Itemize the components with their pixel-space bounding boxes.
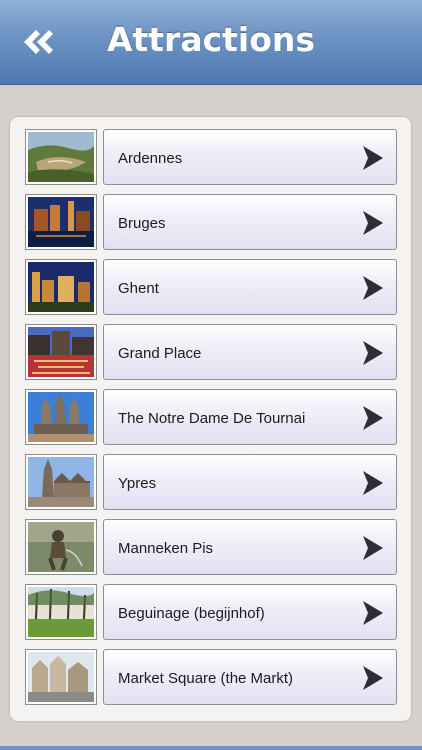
bottom-edge (0, 746, 422, 750)
notre-dame-de-tournai-button[interactable]: The Notre Dame De Tournai (103, 389, 397, 445)
market-square-button[interactable]: Market Square (the Markt) (103, 649, 397, 705)
bruges-thumbnail[interactable] (25, 194, 97, 250)
ypres-button[interactable]: Ypres (103, 454, 397, 510)
manneken-pis-button[interactable]: Manneken Pis (103, 519, 397, 575)
list-item-bruges[interactable]: Bruges (25, 194, 397, 252)
chevron-right-icon (363, 341, 383, 365)
list-item-ypres[interactable]: Ypres (25, 454, 397, 512)
page-title: Attractions (106, 20, 316, 59)
ypres-thumbnail[interactable] (25, 454, 97, 510)
navigation-bar: Attractions (0, 0, 422, 85)
list-item-market-square[interactable]: Market Square (the Markt) (25, 649, 397, 707)
attractions-list-panel: Ardennes Bruges Ghent Grand Place The No… (10, 117, 411, 721)
chevron-right-icon (363, 601, 383, 625)
item-label: Manneken Pis (118, 540, 214, 557)
chevron-right-icon (363, 471, 383, 495)
beguinage-button[interactable]: Beguinage (begijnhof) (103, 584, 397, 640)
grand-place-thumbnail[interactable] (25, 324, 97, 380)
item-label: Market Square (the Markt) (118, 670, 294, 687)
chevron-right-icon (363, 536, 383, 560)
item-label: Ghent (118, 280, 159, 297)
item-label: Beguinage (begijnhof) (118, 605, 265, 622)
item-label: Ypres (118, 475, 157, 492)
notre-dame-de-tournai-thumbnail[interactable] (25, 389, 97, 445)
ghent-button[interactable]: Ghent (103, 259, 397, 315)
list-item-notre-dame-de-tournai[interactable]: The Notre Dame De Tournai (25, 389, 397, 447)
list-item-manneken-pis[interactable]: Manneken Pis (25, 519, 397, 577)
list-item-beguinage[interactable]: Beguinage (begijnhof) (25, 584, 397, 642)
chevron-right-icon (363, 276, 383, 300)
ardennes-thumbnail[interactable] (25, 129, 97, 185)
chevron-right-icon (363, 211, 383, 235)
list-item-grand-place[interactable]: Grand Place (25, 324, 397, 382)
item-label: The Notre Dame De Tournai (118, 410, 306, 427)
manneken-pis-thumbnail[interactable] (25, 519, 97, 575)
market-square-thumbnail[interactable] (25, 649, 97, 705)
chevron-right-icon (363, 406, 383, 430)
chevron-right-icon (363, 666, 383, 690)
item-label: Bruges (118, 215, 166, 232)
grand-place-button[interactable]: Grand Place (103, 324, 397, 380)
list-item-ardennes[interactable]: Ardennes (25, 129, 397, 187)
ardennes-button[interactable]: Ardennes (103, 129, 397, 185)
beguinage-thumbnail[interactable] (25, 584, 97, 640)
list-item-ghent[interactable]: Ghent (25, 259, 397, 317)
ghent-thumbnail[interactable] (25, 259, 97, 315)
item-label: Grand Place (118, 345, 202, 362)
item-label: Ardennes (118, 150, 183, 167)
chevron-right-icon (363, 146, 383, 170)
bruges-button[interactable]: Bruges (103, 194, 397, 250)
